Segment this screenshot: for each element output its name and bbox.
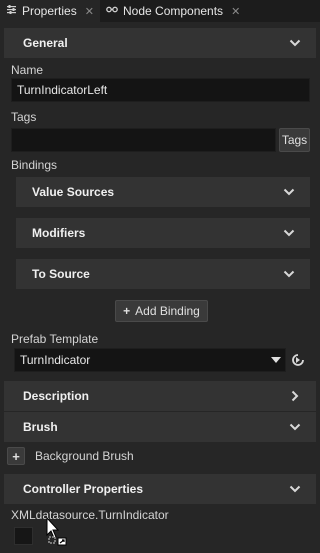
- section-general[interactable]: General: [4, 28, 316, 58]
- dropdown-arrow-icon: [271, 353, 281, 367]
- name-label: Name: [11, 63, 44, 77]
- chevron-down-icon: [282, 226, 296, 240]
- name-value: TurnIndicatorLeft: [17, 83, 108, 97]
- binding-modifiers[interactable]: Modifiers: [16, 218, 310, 248]
- prefab-template-label: Prefab Template: [11, 332, 99, 346]
- tab-properties[interactable]: Properties ✕: [0, 0, 100, 22]
- binding-value-sources[interactable]: Value Sources: [16, 177, 310, 207]
- tags-field[interactable]: [11, 128, 276, 152]
- tab-node-components-label: Node Components: [123, 4, 224, 18]
- binding-group-label: Value Sources: [32, 185, 115, 199]
- binding-to-source[interactable]: To Source: [16, 259, 310, 289]
- sliders-icon: [6, 4, 17, 18]
- chevron-down-icon: [282, 185, 296, 199]
- prefab-template-value: TurnIndicator: [20, 353, 91, 367]
- prefab-template-select[interactable]: TurnIndicator: [14, 348, 286, 372]
- section-description[interactable]: Description: [4, 381, 316, 411]
- background-brush-label: Background Brush: [35, 449, 134, 463]
- color-swatch[interactable]: [14, 527, 33, 545]
- tab-properties-label: Properties: [22, 4, 77, 18]
- section-controller-properties[interactable]: Controller Properties: [4, 474, 316, 504]
- tab-node-components[interactable]: Node Components ✕: [100, 0, 250, 22]
- close-icon[interactable]: ✕: [231, 5, 240, 18]
- tags-label: Tags: [11, 110, 37, 124]
- chevron-down-icon: [288, 420, 302, 434]
- add-background-brush-button[interactable]: +: [7, 447, 25, 465]
- binding-group-label: Modifiers: [32, 226, 86, 240]
- section-brush[interactable]: Brush: [4, 412, 316, 442]
- close-icon[interactable]: ✕: [85, 5, 94, 18]
- section-description-label: Description: [23, 389, 90, 403]
- drag-cursor-icon: [46, 516, 68, 547]
- name-field[interactable]: TurnIndicatorLeft: [11, 78, 310, 102]
- chevron-down-icon: [282, 267, 296, 281]
- binding-group-label: To Source: [32, 267, 90, 281]
- goto-prefab-icon[interactable]: [290, 352, 306, 368]
- section-general-label: General: [23, 36, 68, 50]
- plus-icon: +: [123, 304, 131, 318]
- controller-source-text: XMLdatasource.TurnIndicator: [11, 508, 169, 522]
- section-brush-label: Brush: [23, 420, 58, 434]
- tags-button[interactable]: Tags: [279, 128, 310, 152]
- add-binding-button[interactable]: + Add Binding: [115, 300, 208, 322]
- chevron-down-icon: [288, 36, 302, 50]
- add-binding-label: Add Binding: [135, 304, 200, 318]
- section-controller-properties-label: Controller Properties: [23, 482, 144, 496]
- link-icon: [106, 4, 118, 18]
- bindings-label: Bindings: [11, 158, 58, 172]
- chevron-right-icon: [288, 389, 302, 403]
- chevron-down-icon: [288, 482, 302, 496]
